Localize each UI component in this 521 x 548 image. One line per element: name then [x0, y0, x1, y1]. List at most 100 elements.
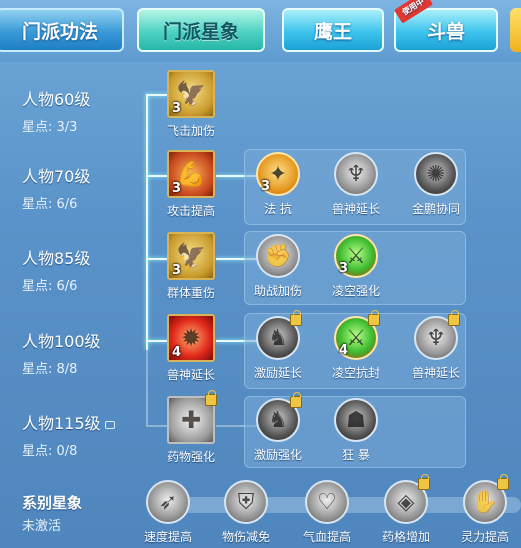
level-60: 人物60级 星点: 3/3	[22, 86, 90, 135]
tab-label: 门派功法	[21, 20, 98, 43]
skill-flying-strike-damage[interactable]: 🦅 3 飞击加伤	[156, 70, 226, 139]
golden-figure-icon: ✦ 3	[256, 152, 300, 196]
tab-eagle-king[interactable]: 鹰王	[282, 8, 384, 52]
skill-label: 攻击提高	[166, 204, 215, 218]
skill-beast-god-extend[interactable]: ♆ 兽神延长	[321, 152, 391, 217]
sys-skill-spirit-boost[interactable]: ✋ 灵力提高	[450, 474, 520, 545]
heart-icon: ♡	[305, 480, 349, 524]
shield-figure-icon: ⛨	[224, 480, 268, 524]
skill-count: 4	[172, 345, 182, 360]
skill-label: 凌空强化	[331, 284, 380, 298]
level-85: 人物85级 星点: 6/6	[22, 245, 90, 294]
tab-beast-fighter[interactable]: 使用中 斗兽	[394, 0, 498, 52]
level-stars: 星点: 6/6	[22, 279, 78, 294]
roaring-beast-icon: ♞	[256, 310, 302, 360]
skill-aerial-boost[interactable]: ⚔ 3 凌空强化	[321, 234, 391, 299]
skill-label: 助战加伤	[253, 284, 302, 298]
skill-magic-resist[interactable]: ✦ 3 法 抗	[243, 152, 313, 217]
eagle-icon: 🦅 3	[167, 232, 215, 280]
lock-icon	[104, 420, 115, 429]
pill-icon: ◈	[384, 474, 430, 524]
tab-label: 门派星象	[162, 20, 239, 43]
tab-sect-skills[interactable]: 门派功法	[0, 8, 124, 52]
skill-label: 气血提高	[302, 530, 351, 544]
skill-count: 3	[261, 179, 271, 194]
skill-label: 药格增加	[381, 530, 430, 544]
level-name: 人物100级	[22, 332, 101, 351]
skill-assist-damage[interactable]: ✊ 助战加伤	[243, 234, 313, 299]
skill-label: 药物强化	[166, 450, 215, 464]
level-70: 人物70级 星点: 6/6	[22, 163, 90, 212]
system-constellation-title: 系别星象	[22, 494, 83, 512]
beast-god-icon: ♆	[414, 310, 460, 360]
tab-more-partial[interactable]	[510, 8, 521, 52]
lock-icon	[448, 310, 460, 326]
level-stars: 星点: 0/8	[22, 444, 78, 459]
skill-beast-god-extend-main[interactable]: ✹ 4 兽神延长	[156, 314, 226, 383]
system-status: 未激活	[22, 519, 62, 534]
flying-warrior-icon: ⚔ 4	[334, 310, 380, 360]
level-name: 人物60级	[22, 90, 91, 109]
sys-skill-phys-reduce[interactable]: ⛨ 物伤减免	[211, 480, 281, 545]
level-name: 人物70级	[22, 167, 91, 186]
flying-warrior-icon: ⚔ 3	[334, 234, 378, 278]
skill-medicine-boost[interactable]: ✚ 药物强化	[156, 390, 226, 465]
flaming-figure-icon: ✹ 4	[167, 314, 215, 362]
spirit-hand-icon: ✋	[463, 474, 509, 524]
lock-icon	[290, 310, 302, 326]
skill-label: 兽神延长	[331, 202, 380, 216]
lock-icon	[368, 310, 380, 326]
level-100: 人物100级 星点: 8/8	[22, 328, 101, 377]
tree-trunk-line-locked	[146, 350, 148, 426]
skill-label: 法 抗	[264, 202, 292, 216]
sys-skill-pill-slots[interactable]: ◈ 药格增加	[371, 474, 441, 545]
skill-label: 物伤减免	[221, 530, 270, 544]
tab-sect-constellation[interactable]: 门派星象	[137, 8, 265, 52]
level-115: 人物115级 星点: 0/8	[22, 410, 115, 459]
skill-label: 群体重伤	[166, 286, 215, 300]
level-name-text: 人物115级	[22, 414, 101, 433]
skill-label: 凌空抗封	[331, 366, 380, 380]
tree-trunk-line	[146, 94, 148, 350]
skill-berserk[interactable]: ☗ 狂 暴	[321, 398, 391, 463]
skill-label: 飞击加伤	[166, 124, 215, 138]
skill-label: 灵力提高	[460, 530, 509, 544]
skill-label: 狂 暴	[342, 448, 370, 462]
skill-count: 3	[339, 261, 349, 276]
roaring-beast-icon: ♞	[256, 392, 302, 442]
eagle-icon: 🦅 3	[167, 70, 215, 118]
skill-golden-roc-synergy[interactable]: ✺ 金鹏协同	[401, 152, 471, 217]
beast-god-icon: ♆	[334, 152, 378, 196]
level-stars: 星点: 6/6	[22, 197, 78, 212]
skill-count: 3	[172, 263, 182, 278]
sys-skill-hp-boost[interactable]: ♡ 气血提高	[292, 480, 362, 545]
demon-mask-icon: ☗	[334, 398, 378, 442]
lock-icon	[418, 474, 430, 490]
skill-group-heavy-wound[interactable]: 🦅 3 群体重伤	[156, 232, 226, 301]
tab-bar: 门派功法 门派星象 鹰王 使用中 斗兽	[0, 0, 521, 62]
lock-icon	[205, 390, 217, 406]
skill-label: 兽神延长	[166, 368, 215, 382]
skill-label: 激励延长	[253, 366, 302, 380]
level-name: 人物115级	[22, 410, 115, 434]
skill-label: 激励强化	[253, 448, 302, 462]
sys-skill-speed[interactable]: ➶ 速度提高	[133, 480, 203, 545]
level-stars: 星点: 8/8	[22, 362, 78, 377]
skill-label: 金鹏协同	[411, 202, 460, 216]
skill-label: 速度提高	[143, 530, 192, 544]
skill-aerial-seal-resist[interactable]: ⚔ 4 凌空抗封	[321, 310, 391, 381]
tab-label: 斗兽	[426, 20, 465, 43]
tab-label: 鹰王	[313, 20, 352, 43]
lock-icon	[497, 474, 509, 490]
skill-inspire-boost[interactable]: ♞ 激励强化	[243, 392, 313, 463]
skill-inspire-extend[interactable]: ♞ 激励延长	[243, 310, 313, 381]
speed-icon: ➶	[146, 480, 190, 524]
skill-attack-boost[interactable]: 💪 3 攻击提高	[156, 150, 226, 219]
lock-icon	[290, 392, 302, 408]
level-stars: 星点: 3/3	[22, 120, 78, 135]
fist-icon: ✊	[256, 234, 300, 278]
healing-figure-icon: ✚	[167, 390, 217, 444]
skill-beast-god-extend-2[interactable]: ♆ 兽神延长	[401, 310, 471, 381]
skill-count: 3	[172, 101, 182, 116]
level-name: 人物85级	[22, 249, 91, 268]
